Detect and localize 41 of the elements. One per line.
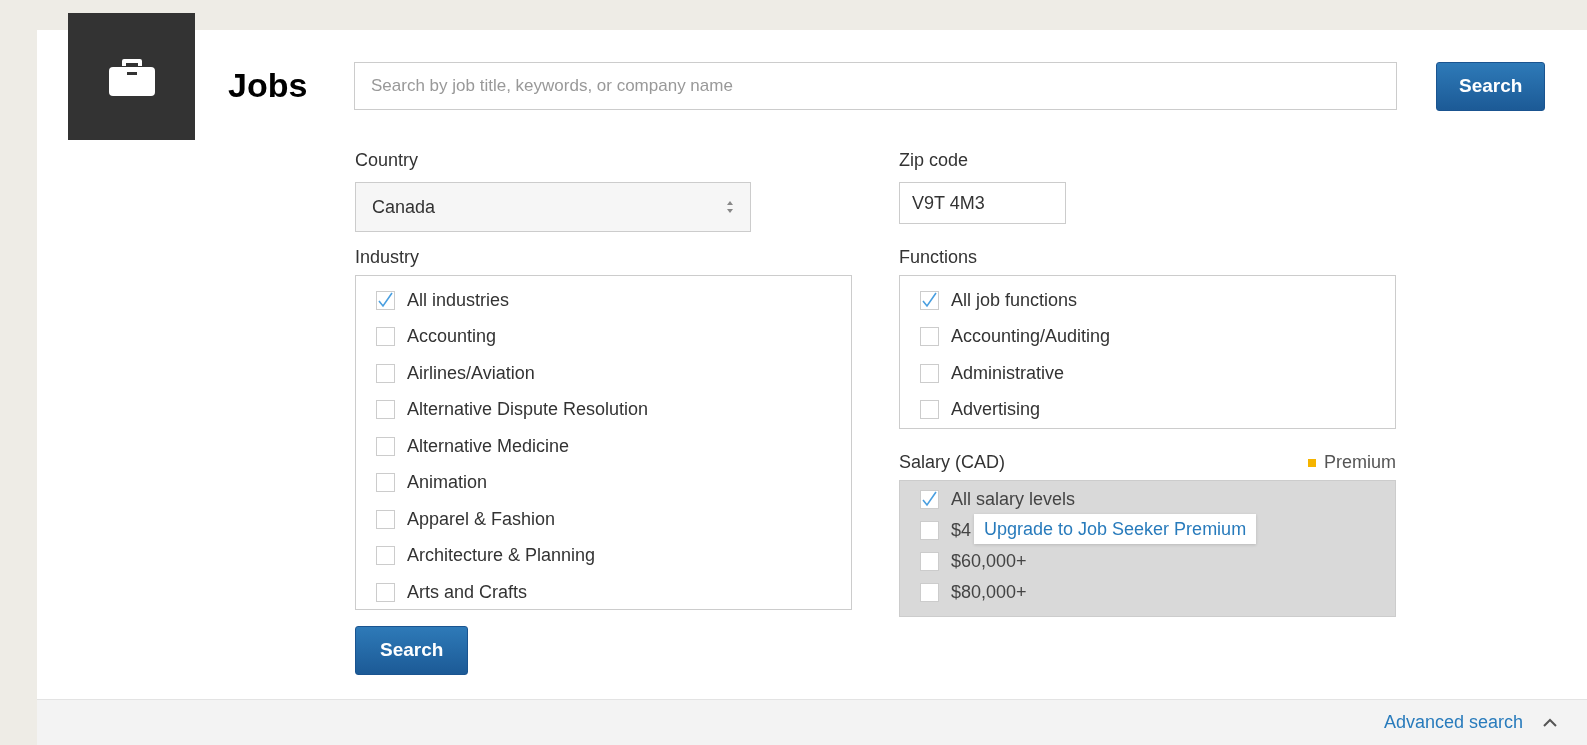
option-label: Apparel & Fashion <box>407 507 556 531</box>
option-label: Animation <box>407 471 488 495</box>
zip-field[interactable]: V9T 4M3 <box>899 182 1066 224</box>
checkbox[interactable] <box>376 400 395 420</box>
advanced-search-link[interactable]: Advanced search <box>1383 709 1523 736</box>
option-label: All job functions <box>951 288 1078 312</box>
option-label: Airlines/Aviation <box>407 361 535 385</box>
checkbox[interactable] <box>376 546 395 566</box>
option-label: Accounting/Auditing <box>951 325 1111 349</box>
checkbox[interactable] <box>376 327 395 347</box>
sort-arrows-icon <box>726 200 734 214</box>
option-label: Architecture & Planning <box>407 544 596 568</box>
option-label: Alternative Dispute Resolution <box>407 398 649 422</box>
option-label: Advertising <box>951 398 1041 422</box>
option-label: All salary levels <box>951 488 1076 511</box>
option-label: Alternative Medicine <box>407 434 570 458</box>
option-label: $60,000+ <box>951 550 1027 573</box>
country-select[interactable]: Canada <box>355 182 751 232</box>
checkbox[interactable] <box>920 327 939 347</box>
option-label: Administrative <box>951 361 1065 385</box>
premium-label: Premium <box>1324 451 1396 474</box>
caret-icon[interactable] <box>1543 718 1557 727</box>
option-label: $4 <box>951 519 972 542</box>
option-label: Arts and Crafts <box>407 580 528 604</box>
checkbox[interactable] <box>376 473 395 493</box>
premium-icon <box>1308 458 1316 467</box>
checkbox[interactable] <box>920 400 939 420</box>
search-field[interactable]: Search by job title, keywords, or company name <box>354 62 1397 110</box>
page-title: Jobs <box>228 65 309 106</box>
search-button[interactable]: Search <box>355 626 469 675</box>
field-label: Country <box>355 149 420 172</box>
briefcase-icon <box>107 56 156 97</box>
select-value: Canada <box>372 195 436 219</box>
option-label: All industries <box>407 288 510 312</box>
field-label: Functions <box>899 246 979 269</box>
option-label: $80,000+ <box>951 581 1027 604</box>
search-button[interactable]: Search <box>1436 62 1546 111</box>
field-label: Zip code <box>899 149 970 172</box>
option-label: Accounting <box>407 325 497 349</box>
field-label: Salary (CAD) <box>899 451 1005 474</box>
field-label: Industry <box>355 246 421 269</box>
